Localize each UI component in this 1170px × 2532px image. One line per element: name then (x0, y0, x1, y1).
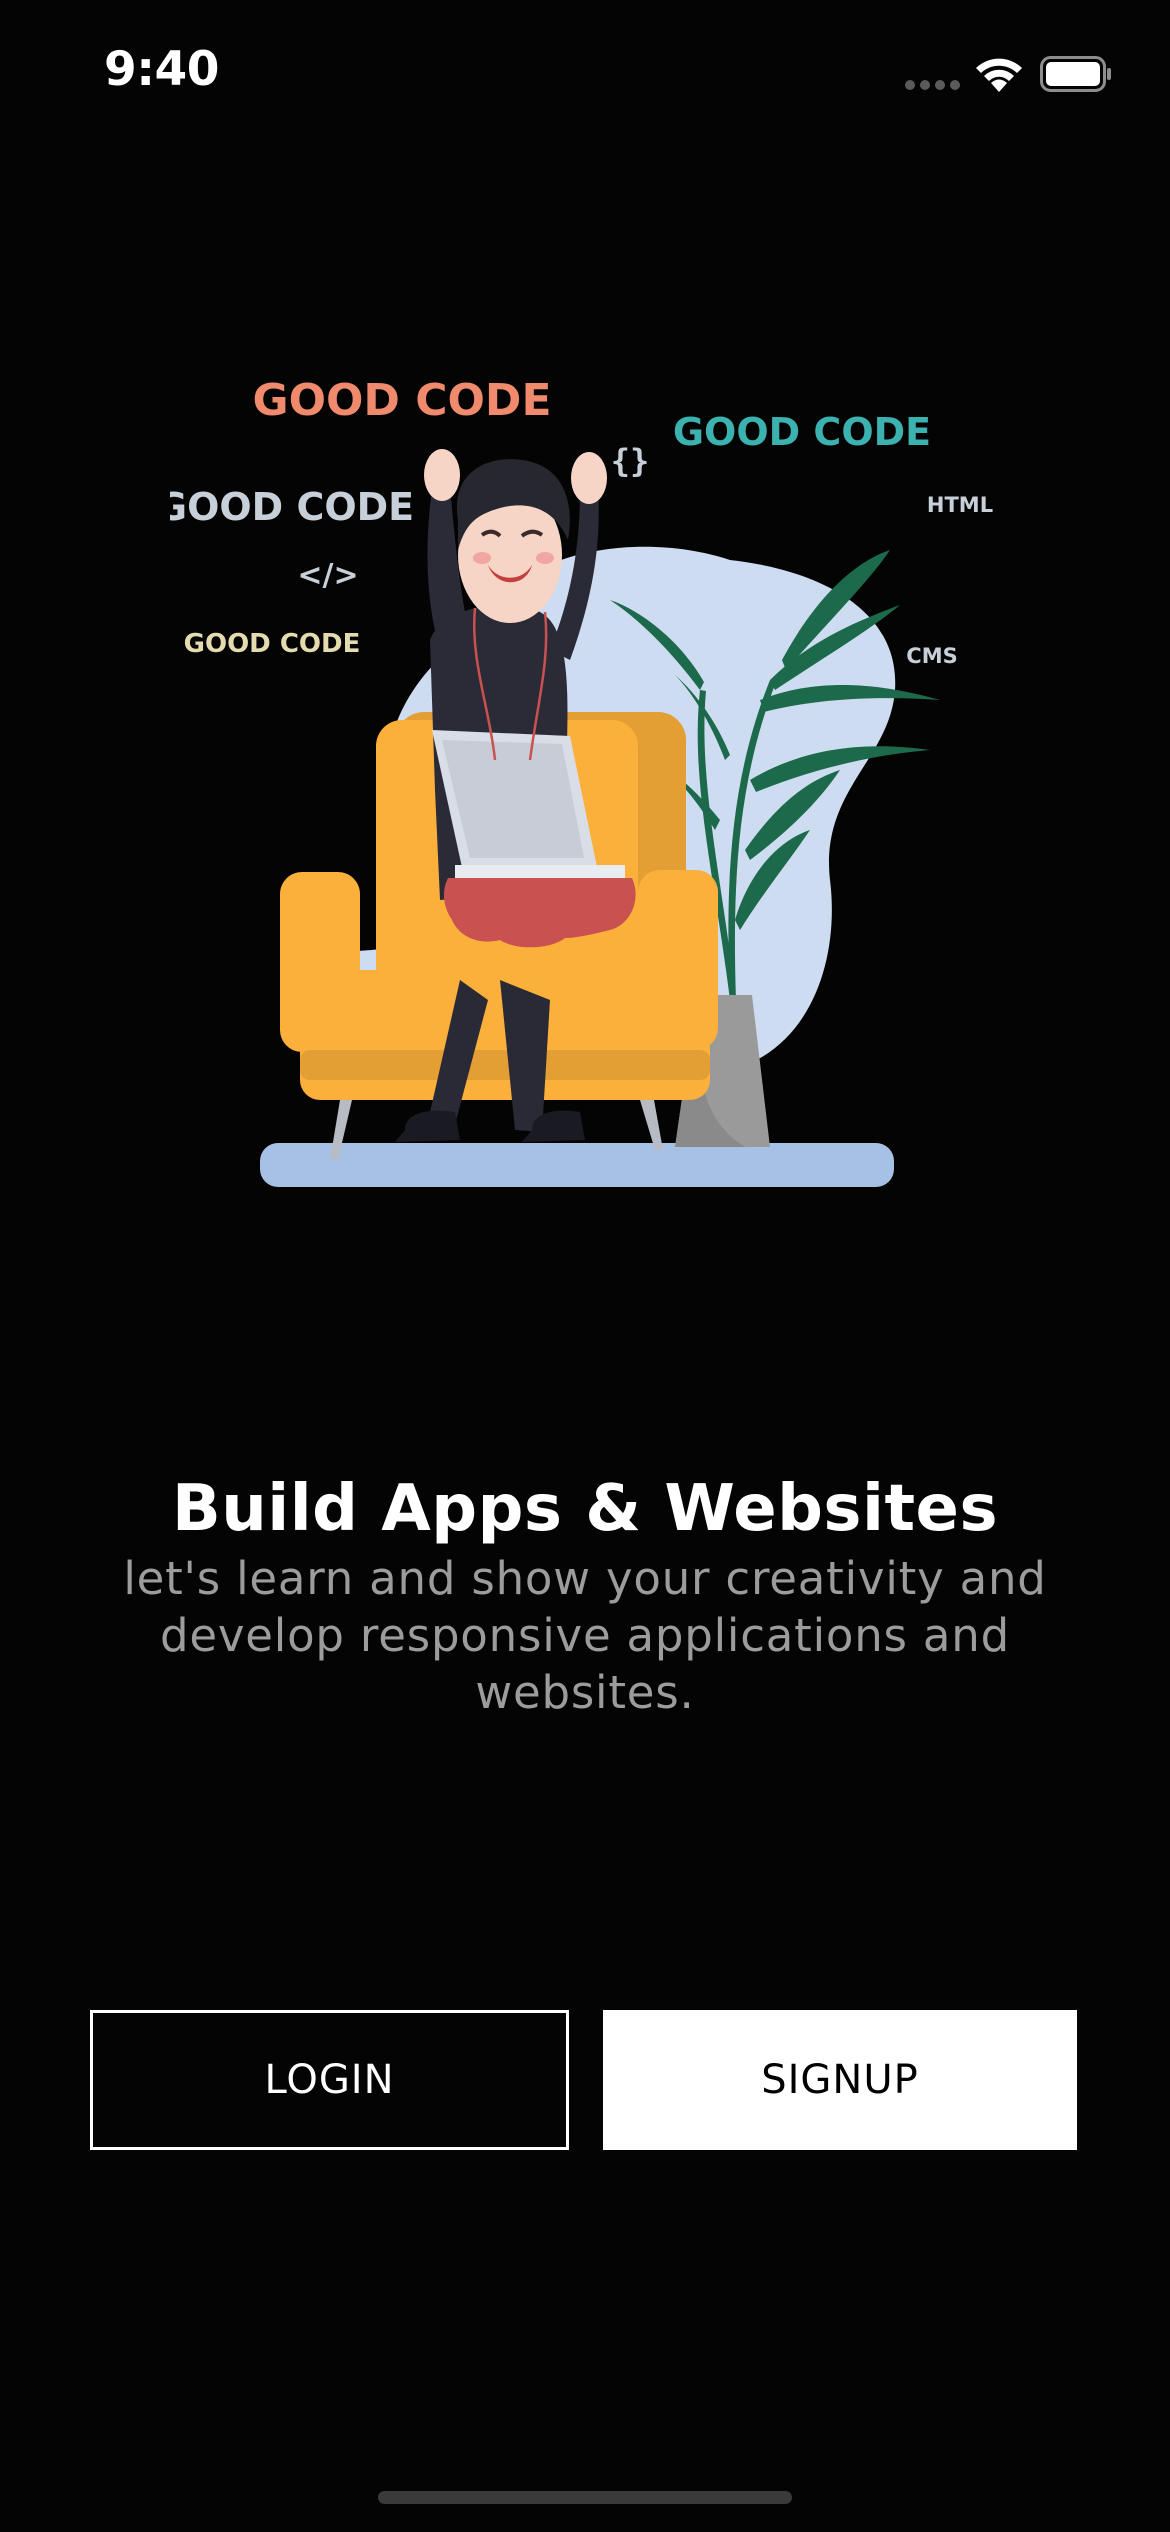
good-code-label-left: GOOD CODE (170, 485, 414, 529)
battery-icon (1040, 56, 1111, 92)
good-code-label-small: GOOD CODE (184, 629, 361, 659)
status-time: 9:40 (104, 42, 219, 97)
home-indicator[interactable] (378, 2491, 792, 2504)
onboarding-description: let's learn and show your creativity and… (123, 1552, 1047, 1719)
tag-label: </> (297, 558, 358, 593)
signup-button[interactable]: SIGNUP (603, 2010, 1077, 2150)
status-bar: 9:40 (0, 0, 1170, 150)
login-button[interactable]: LOGIN (90, 2010, 569, 2150)
good-code-label-top: GOOD CODE (252, 375, 551, 426)
wifi-icon (976, 58, 1022, 92)
cms-label: CMS (906, 644, 957, 668)
onboarding-title: Build Apps & Websites (171, 1472, 999, 1546)
floor (260, 1143, 894, 1187)
braces-label: {} (611, 442, 650, 480)
good-code-label-right: GOOD CODE (673, 410, 931, 454)
developer-illustration: GOOD CODE GOOD CODE GOOD CODE GOOD CODE … (170, 360, 1010, 1200)
cellular-signal-icon (905, 80, 961, 90)
html-label: HTML (927, 493, 993, 517)
